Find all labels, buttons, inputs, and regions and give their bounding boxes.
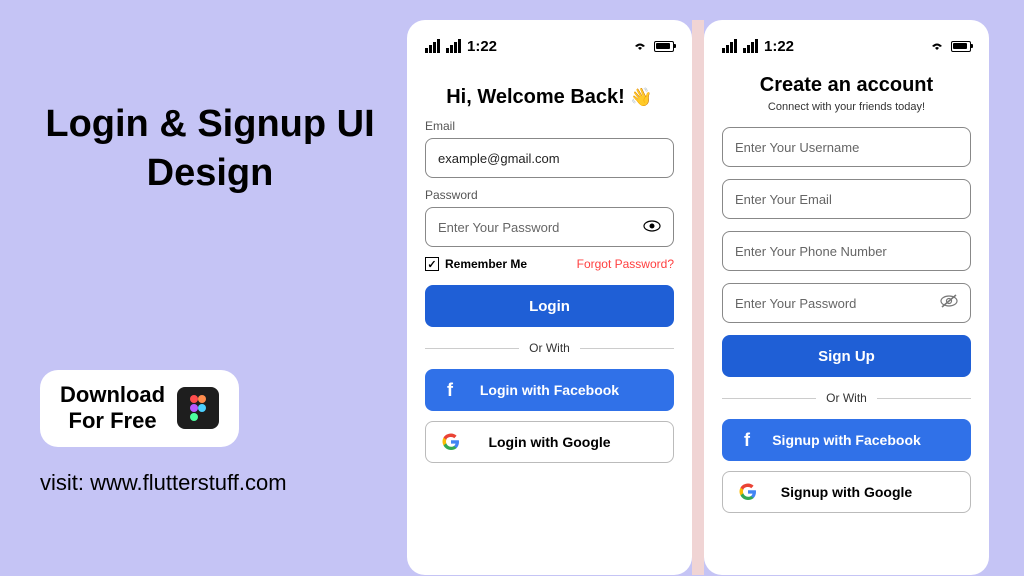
divider — [580, 348, 674, 349]
status-bar: 1:22 — [722, 34, 971, 58]
signup-email-field[interactable]: Enter Your Email — [722, 179, 971, 219]
wave-icon: 👋 — [630, 87, 652, 107]
clock: 1:22 — [467, 38, 497, 55]
divider — [425, 348, 519, 349]
signup-screen: 1:22 Create an account Connect with your… — [704, 20, 989, 575]
signup-button[interactable]: Sign Up — [722, 335, 971, 377]
remember-label: Remember Me — [445, 257, 527, 271]
download-text: Download For Free — [60, 382, 165, 435]
signal-icon — [743, 39, 758, 53]
login-google-button[interactable]: Login with Google — [425, 421, 674, 463]
signup-subtitle: Connect with your friends today! — [722, 101, 971, 113]
divider-text: Or With — [529, 341, 570, 355]
username-field[interactable]: Enter Your Username — [722, 127, 971, 167]
divider-text: Or With — [826, 391, 867, 405]
status-bar: 1:22 — [425, 34, 674, 58]
visit-link[interactable]: visit: www.flutterstuff.com — [40, 470, 287, 496]
battery-icon — [951, 41, 971, 52]
divider — [877, 398, 971, 399]
battery-icon — [654, 41, 674, 52]
divider — [722, 398, 816, 399]
signup-password-field[interactable]: Enter Your Password — [722, 283, 971, 323]
phone-field[interactable]: Enter Your Phone Number — [722, 231, 971, 271]
signup-google-button[interactable]: Signup with Google — [722, 471, 971, 513]
password-field[interactable]: Enter Your Password — [425, 207, 674, 247]
eye-icon[interactable] — [643, 219, 661, 236]
figma-icon — [177, 387, 219, 429]
signal-icon — [722, 39, 737, 53]
eye-off-icon[interactable] — [940, 294, 958, 312]
login-screen: 1:22 Hi, Welcome Back! 👋 Email example@g… — [407, 20, 692, 575]
email-label: Email — [425, 119, 674, 133]
remember-checkbox[interactable]: ✓ — [425, 257, 439, 271]
login-button[interactable]: Login — [425, 285, 674, 327]
clock: 1:22 — [764, 38, 794, 55]
signal-icon — [446, 39, 461, 53]
wifi-icon — [632, 40, 648, 52]
promo-title: Login & Signup UI Design — [40, 100, 380, 199]
signup-title: Create an account — [722, 74, 971, 97]
download-badge[interactable]: Download For Free — [40, 370, 239, 447]
forgot-password-link[interactable]: Forgot Password? — [577, 257, 674, 271]
password-label: Password — [425, 188, 674, 202]
signal-icon — [425, 39, 440, 53]
wifi-icon — [929, 40, 945, 52]
email-field[interactable]: example@gmail.com — [425, 138, 674, 178]
signup-facebook-button[interactable]: f Signup with Facebook — [722, 419, 971, 461]
login-facebook-button[interactable]: f Login with Facebook — [425, 369, 674, 411]
login-title: Hi, Welcome Back! 👋 — [425, 86, 674, 109]
